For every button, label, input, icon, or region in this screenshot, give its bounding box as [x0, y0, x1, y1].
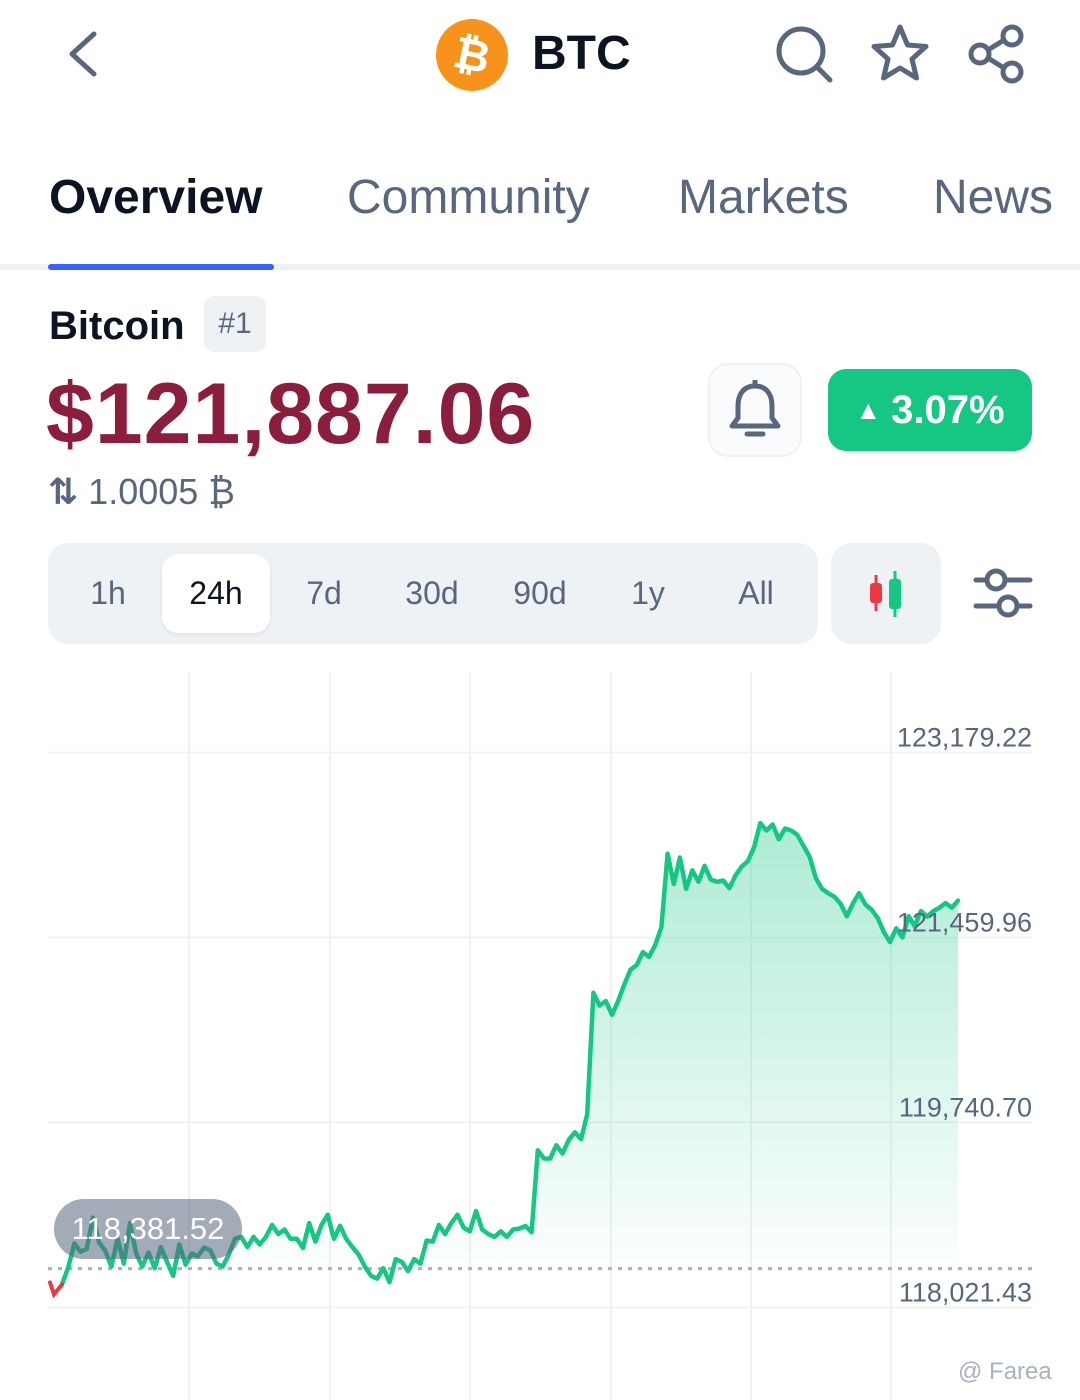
star-icon — [871, 24, 929, 81]
bell-icon — [729, 380, 781, 437]
range-all[interactable]: All — [702, 554, 810, 633]
candlestick-toggle-button[interactable] — [831, 543, 941, 644]
y-axis-tick-label: 121,459.96 — [897, 908, 1032, 938]
active-tab-indicator — [48, 264, 274, 270]
btc-value: 1.0005 ₿ — [88, 471, 235, 512]
swap-arrows-icon: ⇅ — [48, 471, 79, 512]
range-1y[interactable]: 1y — [594, 554, 702, 633]
range-90d[interactable]: 90d — [486, 554, 594, 633]
start-marker — [48, 1280, 64, 1299]
range-1h[interactable]: 1h — [54, 554, 162, 633]
share-button[interactable] — [964, 22, 1028, 86]
time-range-selector: 1h 24h 7d 30d 90d 1y All — [48, 543, 818, 644]
range-30d[interactable]: 30d — [378, 554, 486, 633]
search-button[interactable] — [772, 22, 836, 86]
price-chart[interactable]: 123,179.22 121,459.96 119,740.70 118,021.43 — [0, 660, 1080, 1400]
rank-badge: #1 — [204, 296, 266, 352]
price-change-value: 3.07% — [891, 387, 1005, 432]
share-icon — [968, 24, 1024, 84]
price-change-badge: ▲ 3.07% — [828, 369, 1032, 451]
btc-logo-icon: ₿ — [436, 19, 508, 91]
tab-news[interactable]: News — [933, 168, 1053, 228]
watermark: @ Farea — [958, 1358, 1052, 1385]
open-price-label: 118,381.52 — [54, 1199, 242, 1259]
chart-settings-button[interactable] — [972, 562, 1036, 626]
search-icon — [776, 26, 833, 83]
coin-symbol: BTC — [532, 27, 631, 80]
btc-conversion[interactable]: ⇅ 1.0005 ₿ — [48, 471, 235, 512]
y-axis-tick-label: 123,179.22 — [897, 723, 1032, 753]
watchlist-button[interactable] — [868, 22, 932, 86]
price-alert-button[interactable] — [708, 363, 802, 457]
tab-community[interactable]: Community — [347, 168, 590, 228]
range-24h[interactable]: 24h — [162, 554, 270, 633]
current-price: $121,887.06 — [46, 366, 536, 462]
candlestick-icon — [870, 570, 901, 617]
tab-overview[interactable]: Overview — [49, 168, 262, 228]
y-axis-tick-label: 119,740.70 — [899, 1092, 1032, 1122]
range-7d[interactable]: 7d — [270, 554, 378, 633]
back-icon — [69, 31, 97, 77]
tab-markets[interactable]: Markets — [678, 168, 849, 228]
y-axis-tick-label: 118,021.43 — [899, 1277, 1032, 1307]
back-button[interactable] — [60, 26, 110, 82]
triangle-up-icon: ▲ — [855, 394, 882, 425]
sliders-icon — [973, 568, 1033, 618]
coin-name: Bitcoin — [49, 304, 185, 348]
